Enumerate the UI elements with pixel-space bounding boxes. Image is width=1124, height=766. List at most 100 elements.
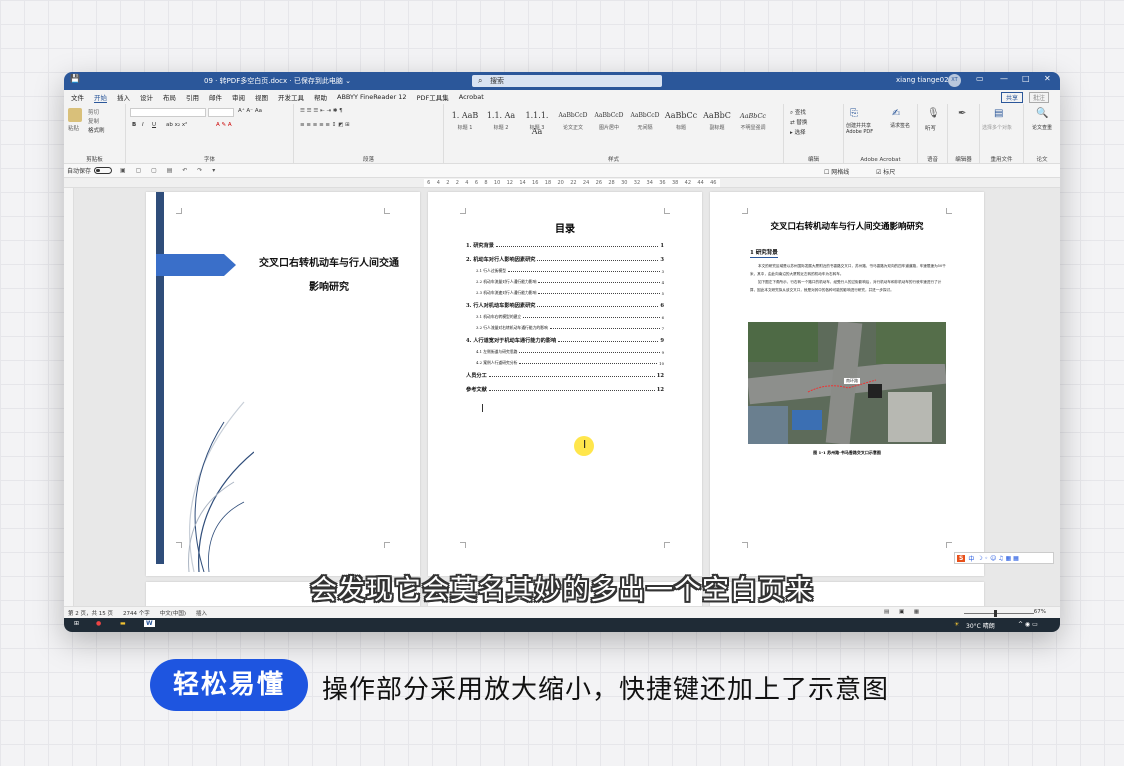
style-heading1[interactable]: 1. AaB 标题 1 [448,108,482,138]
toc-row[interactable]: 3. 行人对机动车影响因素研究 6 [466,302,664,309]
view-mode-icons[interactable]: ▤ ▣ ▦ [884,609,923,615]
font-color-icon[interactable]: A ✎ A [216,122,232,128]
font-name-box[interactable] [130,108,206,117]
menu-file[interactable]: 文件 [71,92,84,102]
comment-button[interactable]: 批注 [1028,92,1049,103]
strikethrough-icon[interactable]: ab x₂ x² [166,122,187,128]
style-heading3[interactable]: 1.1.1. Aa 标题 3 [520,108,554,138]
menu-design[interactable]: 设计 [140,92,153,102]
style-body[interactable]: AaBbCcD 论文正文 [556,108,590,138]
style-subtle-emphasis[interactable]: AaBbCc 不明显强调 [736,108,770,138]
toc-row[interactable]: 2.2 机动车流量对行人通行能力影响 4 [476,279,664,285]
grow-font-icon[interactable]: A⁺ A⁻ Aa [238,108,262,114]
underline-icon[interactable]: U [152,122,156,128]
toc-row[interactable]: 4.1 左侧街道与研究思路 9 [476,349,664,355]
toc-row[interactable]: 2.3 机动车流速对行人通行能力影响 5 [476,290,664,296]
bold-icon[interactable]: B [132,122,136,128]
zoom-slider-thumb[interactable] [994,610,997,617]
tray-icons[interactable]: ^ ◉ ▭ [1018,621,1038,628]
format-painter-button[interactable]: 格式刷 [88,126,105,134]
qat-icons[interactable]: ▣ ▢ ▢ ▤ ↶ ↷ ▾ [120,167,219,174]
italic-icon[interactable]: I [142,122,144,128]
zoom-level[interactable]: 67% [1034,609,1046,615]
pdf-create-icon[interactable]: ⎘ [850,108,858,119]
close-icon[interactable]: ✕ [1044,74,1051,83]
word-taskbar-icon[interactable]: W [144,620,155,627]
menu-help[interactable]: 帮助 [314,92,327,102]
menu-references[interactable]: 引用 [186,92,199,102]
toc-row[interactable]: 参考文献 12 [466,386,664,393]
insert-mode[interactable]: 插入 [196,609,207,617]
find-button[interactable]: ⌕ 查找 [790,108,806,117]
dictate-button[interactable]: 听写 [925,124,936,132]
avatar[interactable]: XT [948,74,961,87]
reuse-file-icon[interactable]: ▤ [994,108,1003,119]
style-title[interactable]: AaBbCc 标题 [664,108,698,138]
select-multiple-button[interactable]: 选择多个对象 [982,124,1022,131]
menu-review[interactable]: 审阅 [232,92,245,102]
page-toc[interactable]: 目录 1. 研究背景 1 2. 机动车对行人影响因素研究 3 2.1 行人过街模型 3 2.… [428,192,702,576]
maximize-icon[interactable]: □ [1022,74,1030,83]
ruler-checkbox[interactable]: ☑ 标尺 [876,167,895,176]
align-icon[interactable]: ≡ ≡ ≡ ≡ ≡ ↕ ◩ ⊞ [300,122,350,128]
paper-check-icon[interactable]: 🔍 [1036,108,1048,119]
word-count[interactable]: 2744 个字 [123,609,150,617]
language[interactable]: 中文(中国) [160,609,186,617]
ruler-track[interactable]: 6 4 2 2 4 6 8 10 12 14 16 18 20 22 24 26 28 30 32 34 36 38 42 4… [424,179,720,187]
toc-row[interactable]: 2.1 行人过街模型 3 [476,268,664,274]
zoom-slider[interactable] [964,613,1034,614]
sign-icon[interactable]: ✍ [892,108,900,119]
minimize-icon[interactable]: — [1000,74,1008,83]
replace-button[interactable]: ⇄ 替换 [790,118,807,126]
editor-icon[interactable]: ✒ [958,108,966,119]
menu-mailings[interactable]: 邮件 [209,92,222,102]
toc-row[interactable]: 3.1 机动车右转模型的建立 6 [476,314,664,320]
gridlines-checkbox[interactable]: ☐ 网格线 [824,167,849,176]
microphone-icon[interactable]: 🎙 [927,108,940,119]
toc-row[interactable]: 3.2 行人流量对右转机动车通行能力的影响 7 [476,325,664,331]
toc-row[interactable]: 1. 研究背景 1 [466,242,664,249]
copy-button[interactable]: 复制 [88,117,99,125]
toc-row[interactable]: 2. 机动车对行人影响因素研究 3 [466,256,664,263]
chrome-icon[interactable]: ● [96,620,101,627]
menu-insert[interactable]: 插入 [117,92,130,102]
windows-start-icon[interactable]: ⊞ [74,620,79,627]
page-content[interactable]: 交叉口右转机动车与行人间交通影响研究 1 研究背景 本文的研究区域是以苏州国际发… [710,192,984,576]
user-name[interactable]: xiang tiange02 [896,76,949,84]
ime-mode-label[interactable]: 中 [968,554,974,563]
autosave-toggle[interactable] [94,167,113,174]
paper-check-button[interactable]: 论文查重 [1032,124,1052,131]
menu-acrobat[interactable]: Acrobat [459,93,484,101]
ime-toolbar[interactable]: S 中 ☽ ◦ ☺ ♫ ▦ ▦ [954,552,1054,564]
menu-pdf-tools[interactable]: PDF工具集 [417,92,449,102]
bullets-icon[interactable]: ☰ ☰ ☰ ⇤ ⇥ ✱ ¶ [300,108,343,114]
font-size-box[interactable] [208,108,234,117]
ime-tools-icon[interactable]: ☽ ◦ ☺ ♫ ▦ ▦ [977,555,1018,562]
search-box[interactable]: ⌕ 搜索 [472,75,662,87]
menu-home[interactable]: 开始 [94,92,107,103]
style-no-spacing[interactable]: AaBbCcD 无间隔 [628,108,662,138]
paste-button[interactable]: 粘贴 [68,124,79,132]
share-button[interactable]: 共享 [1000,92,1023,103]
menu-abbyy[interactable]: ABBYY FineReader 12 [337,93,407,101]
menu-developer[interactable]: 开发工具 [278,92,304,102]
toc-row[interactable]: 4.2 案例人行道研究分析 10 [476,360,664,366]
page-count[interactable]: 第 2 页，共 15 页 [68,609,113,617]
style-subtitle[interactable]: AaBbC 副标题 [700,108,734,138]
menu-view[interactable]: 视图 [255,92,268,102]
select-button[interactable]: ▸ 选择 [790,128,806,136]
save-icon[interactable]: 💾 [70,74,80,83]
menu-layout[interactable]: 布局 [163,92,176,102]
page-cover[interactable]: 交叉口右转机动车与行人间交通 影响研究 [146,192,420,576]
weather-text[interactable]: 30°C 晴朗 [966,621,995,630]
cut-button[interactable]: 剪切 [88,108,99,116]
paste-icon[interactable] [68,108,82,122]
create-share-pdf-button[interactable]: 创建并共享 Adobe PDF [846,122,886,135]
file-explorer-icon[interactable]: ▬ [120,620,126,627]
ribbon-display-icon[interactable]: ▭ [976,74,984,83]
style-image-center[interactable]: AaBbCcD 图片居中 [592,108,626,138]
style-heading2[interactable]: 1.1. Aa 标题 2 [484,108,518,138]
toc-row[interactable]: 4. 人行道宽对于机动车通行能力的影响 9 [466,337,664,344]
toc-row[interactable]: 人员分工 12 [466,372,664,379]
request-sign-button[interactable]: 请求签名 [890,122,914,129]
